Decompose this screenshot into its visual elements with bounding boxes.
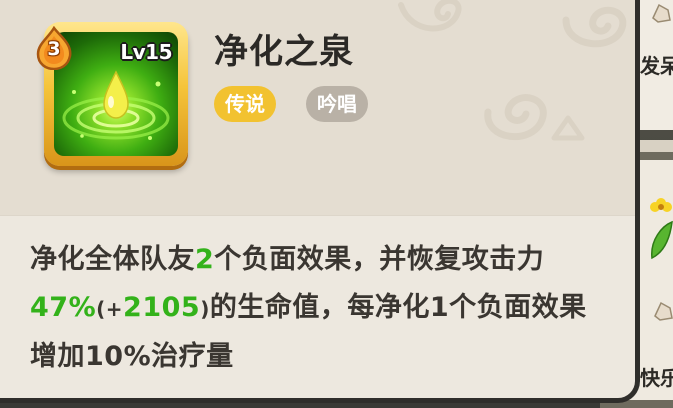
rock-icon <box>652 3 671 23</box>
swirl-decoration-icon <box>398 0 462 32</box>
background-label-bottom: 快乐 <box>640 366 673 390</box>
rock-icon <box>654 301 673 321</box>
description-text: 净化全体队友 <box>30 244 195 275</box>
swirl-decoration-icon <box>551 115 585 141</box>
background-label-top: 发呆 <box>640 54 673 78</box>
purge-count-value: 2 <box>195 244 215 275</box>
skill-name: 净化之泉 <box>214 32 354 72</box>
skill-level-label: Lv15 <box>120 40 172 64</box>
heal-percent-value: 47% <box>30 292 97 323</box>
swirl-decoration-icon <box>562 6 627 48</box>
skill-description: 净化全体队友2个负面效果，并恢复攻击力47%(+2105)的生命值，每净化1个负… <box>30 236 610 381</box>
swirl-decoration-icon <box>484 94 547 141</box>
star-count-label: 3 <box>47 38 61 60</box>
leaf-icon <box>651 220 673 260</box>
heal-amount-value: 2105 <box>123 292 201 323</box>
paren-close: ) <box>200 297 210 321</box>
description-text: 个负面效果，并恢复攻击力 <box>214 244 545 275</box>
rarity-tag: 传说 <box>214 86 276 122</box>
star-count-badge: 3 <box>34 25 74 71</box>
card-divider <box>0 215 635 216</box>
skill-type-tag: 吟唱 <box>306 86 368 122</box>
skill-detail-card: Lv15 3 净化之泉 传说 吟唱 净化全体队友2个负面效果，并恢复攻击力 47%… <box>0 0 640 403</box>
paren-open: (+ <box>96 297 124 321</box>
